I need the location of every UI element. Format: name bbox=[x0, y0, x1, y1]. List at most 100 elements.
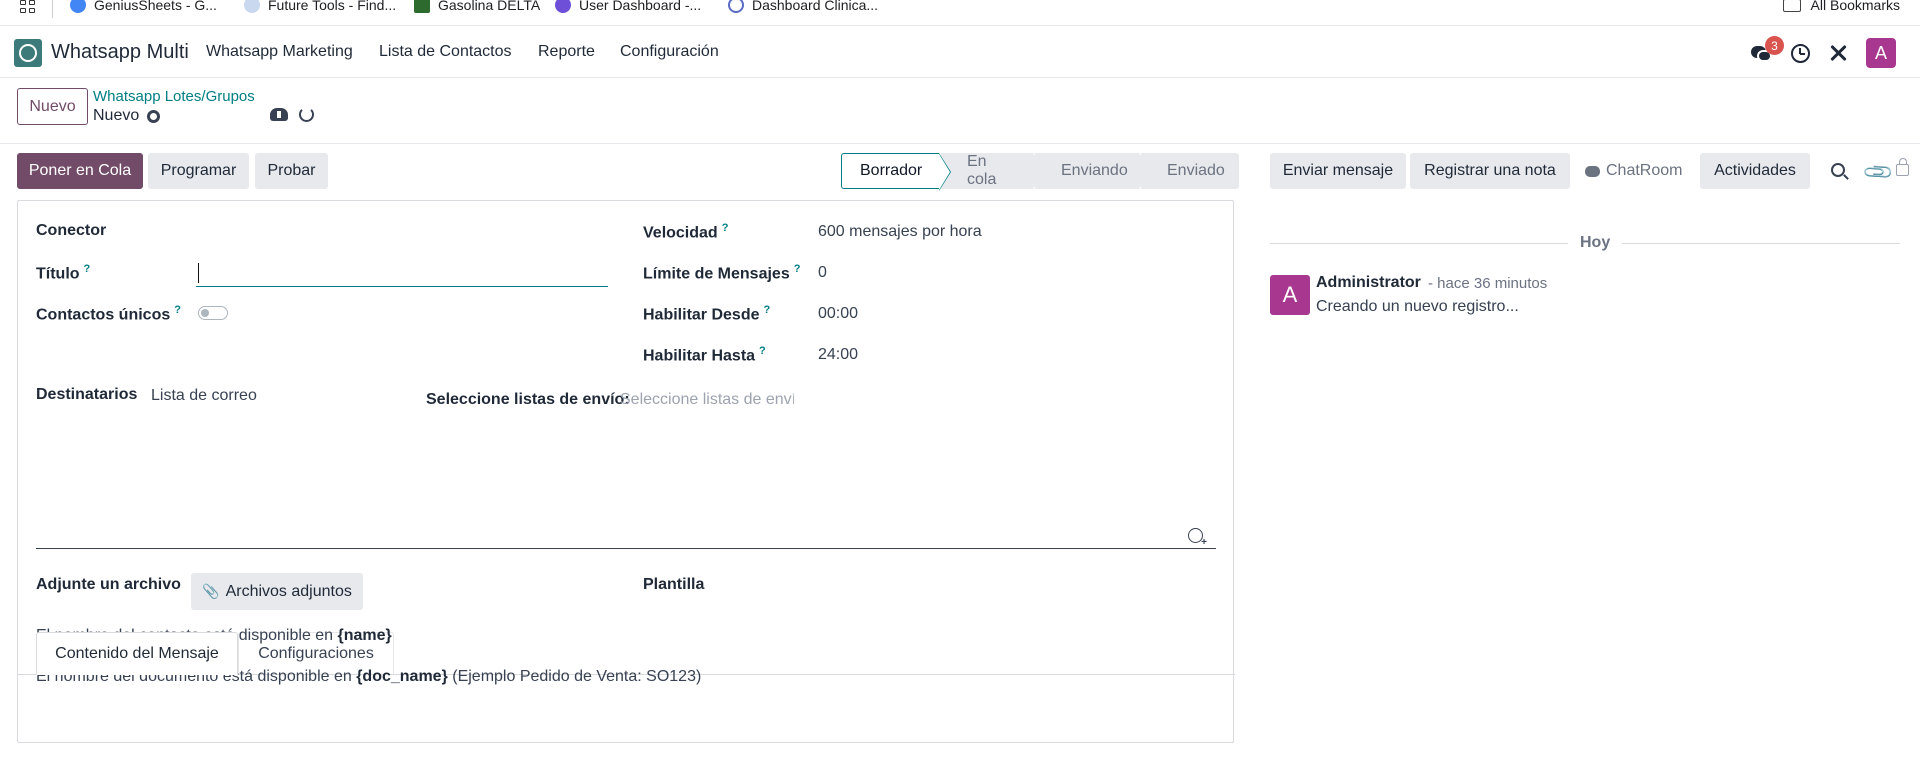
stage-enviando[interactable]: Enviando bbox=[1035, 153, 1150, 189]
bookmarks-bar: GeniusSheets - G... Future Tools - Find.… bbox=[0, 0, 1920, 26]
messages-count-badge: 3 bbox=[1765, 36, 1784, 55]
attachment-clip-icon[interactable]: 📎 bbox=[1861, 155, 1896, 190]
bookmark-label: Dashboard Clinica... bbox=[752, 0, 879, 13]
activities-button[interactable]: Actividades bbox=[1700, 153, 1810, 189]
form-sheet: Conector Título? Contactos únicos? Veloc… bbox=[17, 200, 1235, 743]
enable-from-value[interactable]: 00:00 bbox=[818, 305, 858, 323]
menu-lista-de-contactos[interactable]: Lista de Contactos bbox=[379, 43, 512, 61]
enable-until-label: Habilitar Hasta? bbox=[643, 345, 766, 365]
message-author[interactable]: Administrator bbox=[1316, 274, 1421, 292]
text-cursor bbox=[198, 263, 199, 283]
gear-icon[interactable] bbox=[147, 109, 161, 123]
schedule-button[interactable]: Programar bbox=[148, 153, 249, 189]
bookmark-future-tools[interactable]: Future Tools - Find... bbox=[244, 0, 396, 13]
message-author-avatar[interactable]: A bbox=[1270, 275, 1310, 315]
bookmark-geniussheets[interactable]: GeniusSheets - G... bbox=[70, 0, 217, 13]
hint-example: (Ejemplo Pedido de Venta: SO123) bbox=[447, 668, 702, 685]
speed-value[interactable]: 600 mensajes por hora bbox=[818, 223, 982, 241]
user-dashboard-favicon-icon bbox=[555, 0, 571, 13]
lock-icon[interactable] bbox=[1896, 158, 1909, 176]
hint-variable: {doc_name} bbox=[356, 668, 448, 685]
help-tooltip-icon[interactable]: ? bbox=[794, 263, 801, 275]
whatsapp-logo-icon[interactable] bbox=[14, 39, 42, 67]
record-name: Nuevo bbox=[93, 107, 140, 124]
enable-until-label-text: Habilitar Hasta bbox=[643, 347, 756, 365]
menu-configuracion[interactable]: Configuración bbox=[620, 43, 719, 61]
tab-message-content[interactable]: Contenido del Mensaje bbox=[36, 632, 238, 675]
stage-label: Enviando bbox=[1061, 162, 1128, 179]
enable-from-label: Habilitar Desde? bbox=[643, 304, 770, 324]
queue-button[interactable]: Poner en Cola bbox=[17, 153, 143, 189]
help-tooltip-icon[interactable]: ? bbox=[84, 263, 91, 275]
messages-icon[interactable]: 3 bbox=[1751, 36, 1784, 64]
app-name[interactable]: Whatsapp Multi bbox=[51, 41, 189, 64]
geniussheets-favicon-icon bbox=[70, 0, 86, 13]
all-bookmarks[interactable]: All Bookmarks bbox=[1782, 0, 1900, 13]
attachments-button-label: Archivos adjuntos bbox=[225, 582, 352, 600]
breadcrumb[interactable]: Whatsapp Lotes/Grupos bbox=[93, 88, 255, 105]
hint-variable: {name} bbox=[337, 627, 392, 644]
discard-changes-icon[interactable] bbox=[299, 107, 314, 122]
message-limit-value[interactable]: 0 bbox=[818, 264, 827, 282]
all-bookmarks-label: All Bookmarks bbox=[1810, 0, 1900, 13]
user-avatar[interactable]: A bbox=[1866, 38, 1896, 68]
stage-enviado[interactable]: Enviado bbox=[1141, 153, 1239, 189]
unique-contacts-label-text: Contactos únicos bbox=[36, 306, 171, 324]
stage-borrador[interactable]: Borrador bbox=[841, 153, 951, 191]
activity-clock-icon[interactable] bbox=[1791, 43, 1810, 63]
enable-until-value[interactable]: 24:00 bbox=[818, 346, 858, 364]
bookmark-user-dashboard[interactable]: User Dashboard -... bbox=[555, 0, 701, 13]
search-icon[interactable] bbox=[1831, 163, 1845, 177]
message-body-input[interactable] bbox=[36, 548, 1216, 549]
date-separator-label: Hoy bbox=[1568, 234, 1623, 252]
unique-contacts-label: Contactos únicos? bbox=[36, 304, 181, 324]
record-title: Nuevo bbox=[93, 107, 161, 125]
debug-tools-icon[interactable] bbox=[1828, 43, 1848, 63]
chatroom-icon bbox=[1585, 165, 1600, 177]
stage-en-cola[interactable]: En cola bbox=[941, 153, 1044, 189]
attach-file-label: Adjunte un archivo bbox=[36, 576, 181, 593]
send-message-button[interactable]: Enviar mensaje bbox=[1270, 153, 1406, 189]
bookmark-label: GeniusSheets - G... bbox=[94, 0, 217, 13]
help-tooltip-icon[interactable]: ? bbox=[763, 304, 770, 316]
connector-label: Conector bbox=[36, 222, 107, 239]
help-tooltip-icon[interactable]: ? bbox=[722, 222, 729, 234]
navbar-systray: 3 A bbox=[1751, 36, 1896, 68]
top-navbar: Whatsapp Multi Whatsapp Marketing Lista … bbox=[0, 27, 1920, 78]
help-tooltip-icon[interactable]: ? bbox=[759, 345, 766, 357]
title-label-text: Título bbox=[36, 265, 80, 283]
template-label: Plantilla bbox=[643, 576, 705, 593]
folder-icon bbox=[1782, 0, 1801, 12]
menu-reporte[interactable]: Reporte bbox=[538, 43, 595, 61]
attachments-button[interactable]: 📎 Archivos adjuntos bbox=[191, 573, 363, 610]
unique-contacts-toggle[interactable] bbox=[198, 306, 228, 320]
title-label: Título? bbox=[36, 263, 90, 283]
help-tooltip-icon[interactable]: ? bbox=[174, 304, 181, 316]
speed-label: Velocidad? bbox=[643, 222, 728, 242]
menu-whatsapp-marketing[interactable]: Whatsapp Marketing bbox=[206, 43, 353, 61]
mailing-lists-label: Seleccione listas de envío: bbox=[426, 391, 630, 408]
gasolina-favicon-icon bbox=[414, 0, 430, 13]
message-limit-label: Límite de Mensajes? bbox=[643, 263, 800, 283]
mailing-lists-input[interactable]: Seleccione listas de envío bbox=[620, 391, 794, 409]
bookmark-dashboard-clinica[interactable]: Dashboard Clinica... bbox=[728, 0, 878, 13]
bookmark-label: User Dashboard -... bbox=[579, 0, 702, 13]
status-bar: Borrador En cola Enviando Enviado bbox=[841, 153, 1241, 191]
enable-from-label-text: Habilitar Desde bbox=[643, 306, 760, 324]
future-tools-favicon-icon bbox=[244, 0, 260, 13]
paperclip-icon: 📎 bbox=[202, 583, 220, 599]
log-note-button[interactable]: Registrar una nota bbox=[1410, 153, 1570, 189]
stage-label: Enviado bbox=[1167, 162, 1225, 179]
bookmark-gasolina-delta[interactable]: Gasolina DELTA bbox=[414, 0, 540, 13]
test-button[interactable]: Probar bbox=[255, 153, 328, 189]
chatroom-button[interactable]: ChatRoom bbox=[1585, 162, 1682, 180]
cloud-save-icon[interactable] bbox=[270, 108, 288, 121]
apps-grid-icon[interactable] bbox=[20, 0, 36, 13]
title-input[interactable] bbox=[196, 285, 608, 287]
speed-label-text: Velocidad bbox=[643, 224, 718, 242]
new-record-button[interactable]: Nuevo bbox=[17, 88, 88, 125]
recipients-select[interactable]: Lista de correo bbox=[151, 387, 257, 405]
bookmark-label: Future Tools - Find... bbox=[268, 0, 397, 13]
stage-label: En cola bbox=[967, 153, 997, 188]
emoji-picker-icon[interactable] bbox=[1188, 528, 1207, 548]
